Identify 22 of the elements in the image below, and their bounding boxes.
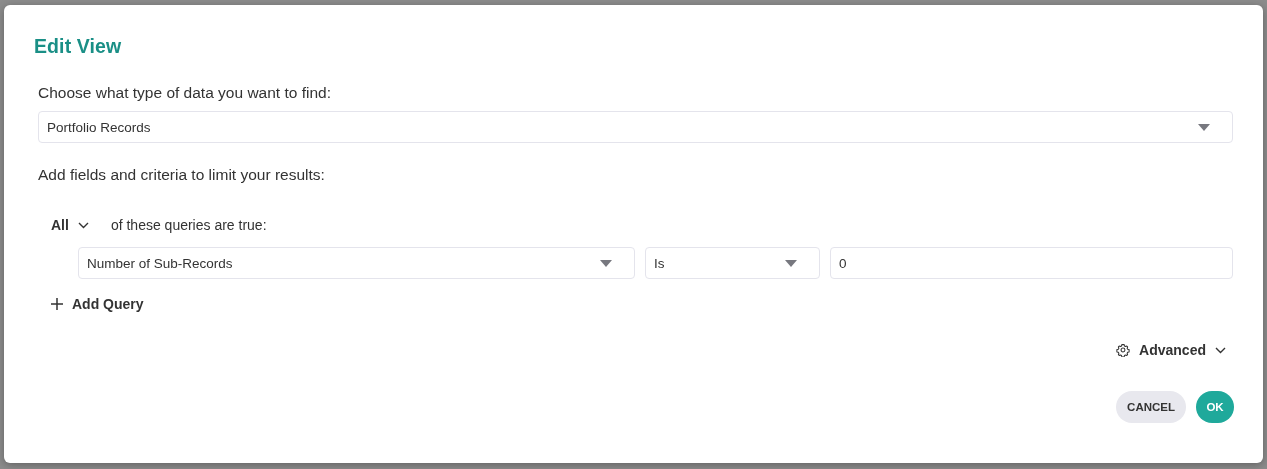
- dropdown-arrow-icon: [1198, 123, 1210, 131]
- advanced-toggle[interactable]: Advanced: [1116, 342, 1226, 358]
- chevron-down-icon: [77, 221, 89, 229]
- chevron-down-icon: [1215, 346, 1226, 354]
- add-query-button[interactable]: Add Query: [51, 296, 144, 312]
- select-value: Is: [654, 255, 666, 271]
- operator-select[interactable]: Is: [645, 247, 820, 279]
- cancel-button[interactable]: CANCEL: [1116, 391, 1186, 423]
- match-text: of these queries are true:: [110, 217, 267, 233]
- dropdown-arrow-icon: [600, 259, 612, 267]
- value-field[interactable]: 0: [830, 247, 1233, 279]
- select-value: Number of Sub-Records: [87, 255, 234, 271]
- settings-icon: [1116, 343, 1131, 357]
- select-value: Portfolio Records: [47, 119, 152, 135]
- match-select[interactable]: All: [51, 217, 89, 233]
- plus-icon: [51, 298, 63, 310]
- field-select[interactable]: Number of Sub-Records: [78, 247, 635, 279]
- section-label: Choose what type of data you want to find:: [38, 84, 331, 102]
- section-label: Add fields and criteria to limit your results:: [38, 166, 325, 184]
- data-type-select[interactable]: Portfolio Records: [38, 111, 1233, 143]
- dialog-title: Edit View: [34, 35, 122, 58]
- dropdown-arrow-icon: [785, 259, 797, 267]
